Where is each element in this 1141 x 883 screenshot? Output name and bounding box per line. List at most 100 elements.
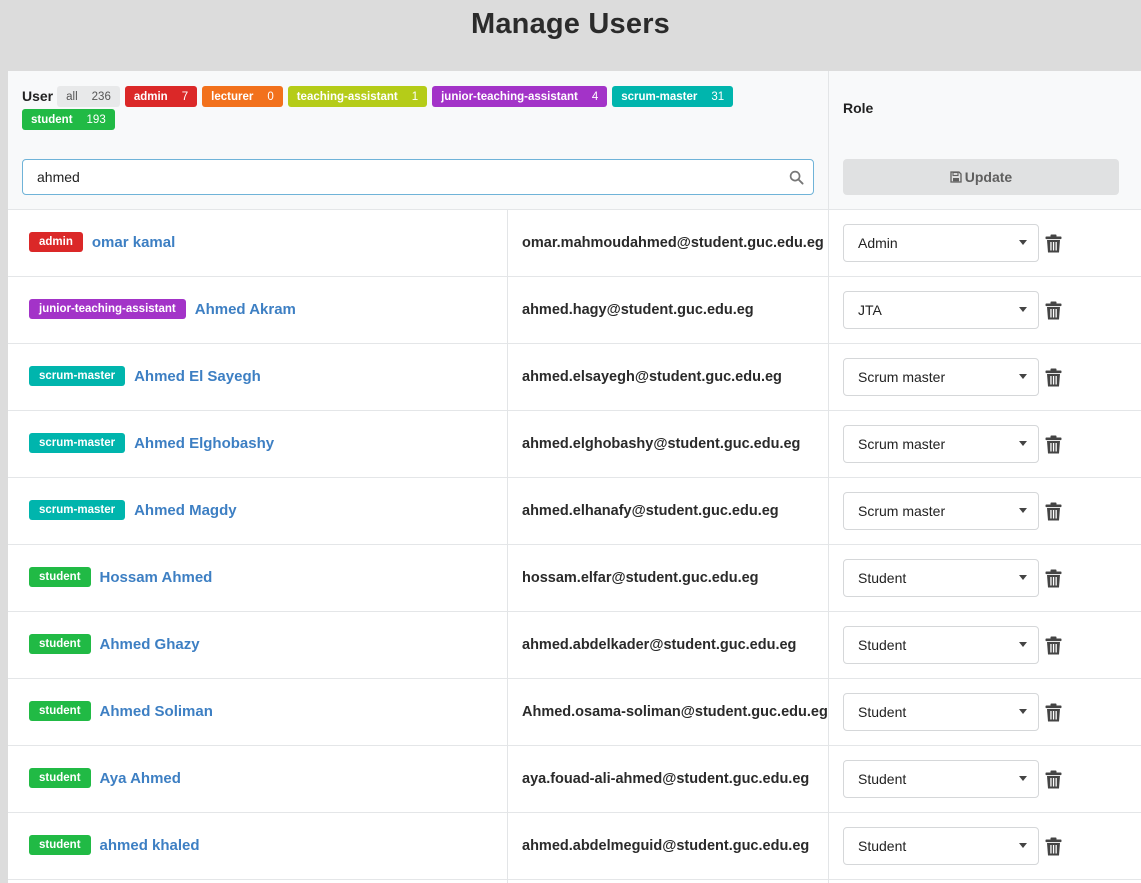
role-select-value: Student	[858, 704, 907, 720]
filter-chip-label: junior-teaching-assistant	[441, 90, 578, 103]
trash-icon[interactable]	[1045, 837, 1062, 856]
trash-icon[interactable]	[1045, 569, 1062, 588]
role-filter-bar: User all 236 admin 7 lecturer 0 teaching-assist…	[22, 86, 822, 132]
table-row: student Hossam Ahmed hossam.elfar@student.…	[8, 545, 1141, 612]
user-cell: admin omar kamal	[29, 210, 175, 274]
trash-icon[interactable]	[1045, 636, 1062, 655]
user-cell: scrum-master Ahmed Magdy	[29, 478, 237, 542]
trash-icon[interactable]	[1045, 770, 1062, 789]
table-header: User all 236 admin 7 lecturer 0 teaching-assist…	[8, 71, 1141, 210]
role-select[interactable]: Student	[843, 559, 1039, 597]
role-badge: scrum-master	[29, 366, 126, 386]
table-row: admin omar kamal omar.mahmoudahmed@student…	[8, 210, 1141, 277]
filter-chip-count: 0	[267, 90, 274, 103]
user-name-link[interactable]: omar kamal	[92, 234, 175, 251]
user-name-link[interactable]: Ahmed Elghobashy	[134, 435, 274, 452]
user-email: hossam.elfar@student.guc.edu.eg	[522, 570, 759, 586]
role-select[interactable]: Scrum master	[843, 358, 1039, 396]
role-select-value: Student	[858, 771, 907, 787]
filter-chip-scrum-master[interactable]: scrum-master 31	[612, 86, 734, 107]
trash-icon[interactable]	[1045, 703, 1062, 722]
user-name-link[interactable]: Hossam Ahmed	[100, 569, 213, 586]
table-row: scrum-master Ahmed El Sayegh ahmed.elsayeg…	[8, 344, 1141, 411]
filter-chip-count: 193	[86, 113, 106, 126]
user-email: ahmed.abdelmeguid@student.guc.edu.eg	[522, 838, 810, 854]
role-select[interactable]: Student	[843, 760, 1039, 798]
role-select-value: Student	[858, 570, 907, 586]
update-button-label: Update	[964, 169, 1013, 185]
table-row: student Aya Ahmed aya.fouad-ali-ahmed@stud…	[8, 746, 1141, 813]
filter-chip-count: 236	[91, 90, 111, 103]
update-button[interactable]: Update	[843, 159, 1119, 195]
role-select[interactable]: Admin	[843, 224, 1039, 262]
role-column-label: Role	[843, 100, 874, 116]
role-select-value: Scrum master	[858, 369, 946, 385]
user-column-label: User	[22, 88, 54, 104]
trash-icon[interactable]	[1045, 368, 1062, 387]
role-select-value: Scrum master	[858, 503, 946, 519]
chevron-down-icon	[1019, 709, 1027, 714]
trash-icon[interactable]	[1045, 301, 1062, 320]
filter-chip-count: 31	[711, 90, 725, 103]
user-email: ahmed.elhanafy@student.guc.edu.eg	[522, 503, 779, 519]
user-cell: scrum-master Ahmed Elghobashy	[29, 411, 274, 475]
role-select[interactable]: Student	[843, 827, 1039, 865]
filter-chip-admin[interactable]: admin 7	[124, 86, 198, 107]
trash-icon[interactable]	[1045, 234, 1062, 253]
role-badge: student	[29, 567, 91, 587]
filter-chip-teaching-assistant[interactable]: teaching-assistant 1	[287, 86, 428, 107]
role-select[interactable]: Student	[843, 626, 1039, 664]
user-name-link[interactable]: Ahmed Akram	[195, 301, 296, 318]
user-cell: student Hossam Ahmed	[29, 545, 212, 609]
filter-chip-all[interactable]: all 236	[57, 86, 120, 107]
search-icon[interactable]	[789, 170, 804, 185]
user-cell: junior-teaching-assistant Ahmed Akram	[29, 277, 296, 341]
trash-icon[interactable]	[1045, 435, 1062, 454]
search-input[interactable]: ahmed	[22, 159, 814, 195]
role-select[interactable]: Student	[843, 693, 1039, 731]
role-badge: student	[29, 634, 91, 654]
chevron-down-icon	[1019, 776, 1027, 781]
role-badge: scrum-master	[29, 433, 126, 453]
role-select[interactable]: JTA	[843, 291, 1039, 329]
user-name-link[interactable]: ahmed khaled	[100, 837, 200, 854]
chevron-down-icon	[1019, 508, 1027, 513]
filter-chip-junior-teaching-assistant[interactable]: junior-teaching-assistant 4	[432, 86, 608, 107]
user-email: aya.fouad-ali-ahmed@student.guc.edu.eg	[522, 771, 810, 787]
role-select-value: JTA	[858, 302, 882, 318]
user-email: ahmed.hagy@student.guc.edu.eg	[522, 302, 754, 318]
filter-chip-label: all	[66, 90, 78, 103]
user-email: Ahmed.osama-soliman@student.guc.edu.eg	[522, 704, 828, 720]
filter-chip-count: 4	[591, 90, 599, 103]
filter-chip-label: lecturer	[211, 90, 254, 103]
filter-chip-count: 1	[411, 90, 419, 103]
table-row: student ahmed khaled ahmed.abdelmeguid@stu…	[8, 813, 1141, 880]
role-select-value: Student	[858, 637, 907, 653]
chevron-down-icon	[1019, 374, 1027, 379]
trash-icon[interactable]	[1045, 502, 1062, 521]
user-name-link[interactable]: Ahmed Soliman	[100, 703, 213, 720]
role-badge: student	[29, 768, 91, 788]
role-badge: student	[29, 835, 91, 855]
table-row: student Ahmed Soliman Ahmed.osama-soliman@…	[8, 679, 1141, 746]
user-email: ahmed.elghobashy@student.guc.edu.eg	[522, 436, 801, 452]
filter-chip-label: admin	[133, 90, 168, 103]
user-name-link[interactable]: Ahmed Ghazy	[100, 636, 200, 653]
users-table: User all 236 admin 7 lecturer 0 teaching-assist…	[8, 71, 1141, 883]
role-select[interactable]: Scrum master	[843, 425, 1039, 463]
role-column-divider	[828, 71, 829, 883]
user-name-link[interactable]: Ahmed El Sayegh	[134, 368, 261, 385]
chevron-down-icon	[1019, 240, 1027, 245]
role-badge: admin	[29, 232, 83, 252]
filter-chip-lecturer[interactable]: lecturer 0	[202, 86, 283, 107]
filter-chip-student[interactable]: student 193	[22, 109, 115, 130]
chevron-down-icon	[1019, 843, 1027, 848]
chevron-down-icon	[1019, 642, 1027, 647]
user-name-link[interactable]: Ahmed Magdy	[134, 502, 237, 519]
user-name-link[interactable]: Aya Ahmed	[100, 770, 181, 787]
table-row: junior-teaching-assistant Ahmed Akram ahme…	[8, 277, 1141, 344]
role-select[interactable]: Scrum master	[843, 492, 1039, 530]
user-cell: scrum-master Ahmed El Sayegh	[29, 344, 261, 408]
chevron-down-icon	[1019, 307, 1027, 312]
user-email: omar.mahmoudahmed@student.guc.edu.eg	[522, 235, 824, 251]
